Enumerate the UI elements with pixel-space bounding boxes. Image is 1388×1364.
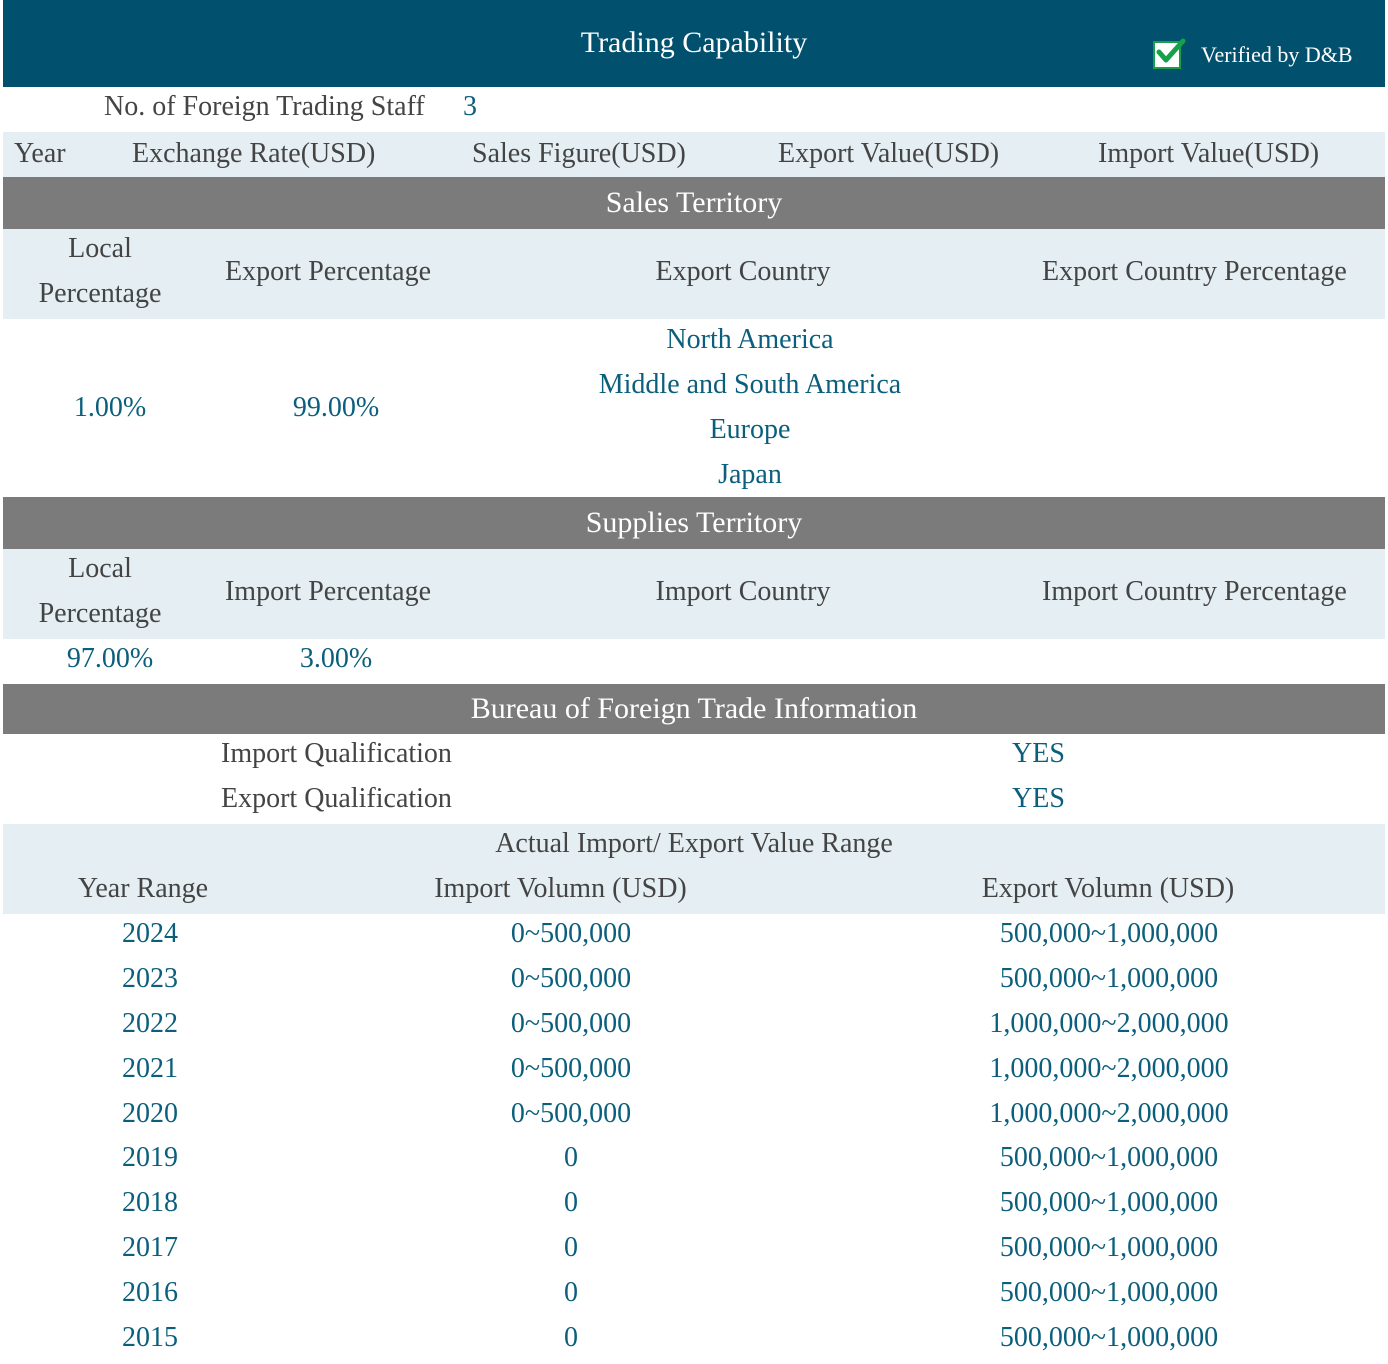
table-row: 2017 0 500,000~1,000,000 — [3, 1228, 1385, 1273]
export-volumn-cell: 500,000~1,000,000 — [999, 1232, 1219, 1264]
export-qualification-value: YES — [1012, 783, 1065, 814]
year-cell: 2024 — [122, 918, 178, 949]
import-volumn-cell: 0~500,000 — [510, 1052, 632, 1084]
export-percentage-label: Export Percentage — [224, 256, 432, 287]
import-qualification-value: YES — [1012, 738, 1065, 769]
export-country-item: North America — [666, 324, 834, 355]
export-qualification-row: Export Qualification YES — [3, 779, 1385, 824]
export-country-percentage-label: Export Country Percentage — [1042, 256, 1347, 287]
import-volumn-cell: 0~500,000 — [510, 962, 632, 994]
export-country-label: Export Country — [655, 256, 831, 287]
export-volumn-cell: 500,000~1,000,000 — [999, 1142, 1219, 1174]
supplies-territory-heading: Supplies Territory — [3, 497, 1385, 549]
import-country-label: Import Country — [655, 576, 831, 607]
export-country-item: Middle and South America — [598, 369, 902, 400]
import-volumn-cell: 0 — [564, 1187, 578, 1219]
sales-territory-heading: Sales Territory — [3, 177, 1385, 229]
sales-data-row: 1.00% 99.00% North America Middle and So… — [3, 319, 1385, 497]
export-volumn-cell: 500,000~1,000,000 — [999, 1277, 1219, 1309]
export-percentage-value: 99.00% — [292, 392, 380, 423]
import-volumn-cell: 0~500,000 — [510, 1097, 632, 1129]
import-country-percentage-label: Import Country Percentage — [1042, 576, 1347, 607]
import-percentage-label: Import Percentage — [224, 576, 432, 607]
col-exchange-rate: Exchange Rate(USD) — [132, 138, 376, 169]
supplies-local-label-line2: Percentage — [38, 598, 162, 629]
import-volumn-cell: 0 — [564, 1142, 578, 1174]
export-volumn-cell: 500,000~1,000,000 — [999, 962, 1219, 994]
sales-local-label-line1: Local — [68, 233, 132, 264]
col-export-value: Export Value(USD) — [778, 138, 1000, 169]
col-import-value: Import Value(USD) — [1098, 138, 1320, 169]
bureau-heading: Bureau of Foreign Trade Information — [3, 684, 1385, 734]
sales-local-label-line2: Percentage — [38, 278, 162, 309]
table-row: 2022 0~500,000 1,000,000~2,000,000 — [3, 1004, 1385, 1049]
export-volumn-cell: 1,000,000~2,000,000 — [989, 1052, 1229, 1084]
table-row: 2023 0~500,000 500,000~1,000,000 — [3, 959, 1385, 1004]
finance-header-row: Year Exchange Rate(USD) Sales Figure(USD… — [3, 132, 1385, 177]
import-volumn-cell: 0 — [564, 1232, 578, 1264]
table-row: 2016 0 500,000~1,000,000 — [3, 1273, 1385, 1318]
sales-local-percentage: 1.00% — [73, 392, 147, 423]
table-row: 2020 0~500,000 1,000,000~2,000,000 — [3, 1094, 1385, 1139]
export-volumn-cell: 500,000~1,000,000 — [999, 1187, 1219, 1219]
year-cell: 2021 — [122, 1052, 178, 1084]
table-row: 2019 0 500,000~1,000,000 — [3, 1138, 1385, 1183]
col-export-volumn: Export Volumn (USD) — [981, 873, 1235, 904]
staff-row: No. of Foreign Trading Staff 3 — [3, 87, 1385, 132]
year-cell: 2017 — [122, 1232, 178, 1264]
supplies-header-row: Local Percentage Import Percentage Impor… — [3, 549, 1385, 639]
import-qualification-row: Import Qualification YES — [3, 734, 1385, 779]
export-country-list: North America Middle and South America E… — [530, 324, 970, 504]
table-row: 2018 0 500,000~1,000,000 — [3, 1183, 1385, 1228]
year-cell: 2015 — [122, 1322, 178, 1354]
staff-label: No. of Foreign Trading Staff — [104, 91, 425, 122]
table-row: 2021 0~500,000 1,000,000~2,000,000 — [3, 1049, 1385, 1094]
staff-value: 3 — [463, 91, 477, 122]
import-volumn-cell: 0 — [564, 1322, 578, 1354]
import-qualification-label: Import Qualification — [221, 738, 452, 769]
value-range-title: Actual Import/ Export Value Range — [495, 828, 893, 859]
title-bar: Trading Capability Verified by D&B — [3, 0, 1385, 87]
year-cell: 2022 — [122, 1007, 178, 1039]
checkbox-checked-icon — [1153, 38, 1186, 69]
year-cell: 2023 — [122, 962, 178, 994]
col-import-volumn: Import Volumn (USD) — [434, 873, 687, 904]
import-percentage-value: 3.00% — [299, 643, 373, 674]
table-row: 2015 0 500,000~1,000,000 — [3, 1318, 1385, 1363]
export-volumn-cell: 1,000,000~2,000,000 — [989, 1007, 1229, 1039]
import-volumn-cell: 0 — [564, 1277, 578, 1309]
col-year-range: Year Range — [77, 873, 209, 904]
verified-badge: Verified by D&B — [1153, 38, 1353, 72]
import-volumn-cell: 0~500,000 — [510, 1007, 632, 1039]
export-volumn-cell: 500,000~1,000,000 — [999, 1322, 1219, 1354]
col-year: Year — [14, 138, 66, 169]
sales-header-row: Local Percentage Export Percentage Expor… — [3, 229, 1385, 319]
export-country-item: Europe — [709, 414, 791, 445]
supplies-data-row: 97.00% 3.00% — [3, 639, 1385, 684]
year-cell: 2018 — [122, 1187, 178, 1219]
value-range-table: 2024 0~500,000 500,000~1,000,000 2023 0~500,… — [3, 914, 1385, 1363]
col-sales-figure: Sales Figure(USD) — [472, 138, 686, 169]
import-volumn-cell: 0~500,000 — [510, 918, 632, 949]
export-volumn-cell: 500,000~1,000,000 — [999, 918, 1219, 949]
year-cell: 2016 — [122, 1277, 178, 1309]
table-row: 2024 0~500,000 500,000~1,000,000 — [3, 914, 1385, 959]
value-range-header: Actual Import/ Export Value Range Year R… — [3, 824, 1385, 914]
export-qualification-label: Export Qualification — [221, 783, 452, 814]
supplies-local-label-line1: Local — [68, 553, 132, 584]
year-cell: 2020 — [122, 1097, 178, 1129]
export-volumn-cell: 1,000,000~2,000,000 — [989, 1097, 1229, 1129]
verified-label: Verified by D&B — [1201, 42, 1353, 67]
year-cell: 2019 — [122, 1142, 178, 1174]
supplies-local-percentage: 97.00% — [66, 643, 154, 674]
